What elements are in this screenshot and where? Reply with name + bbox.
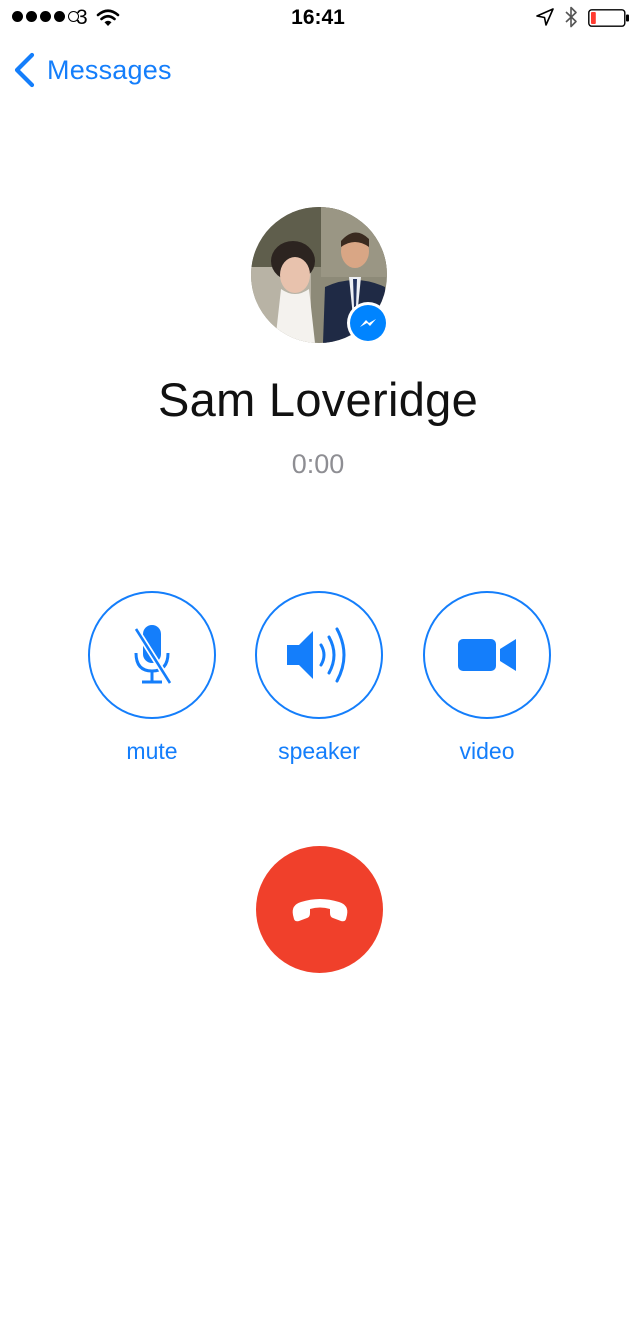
caller-name: Sam Loveridge — [157, 373, 479, 426]
chevron-left-icon — [14, 52, 35, 88]
call-duration: 0:00 — [291, 449, 345, 479]
back-button[interactable]: Messages — [12, 52, 172, 88]
hang-up-icon — [292, 898, 347, 921]
video-button[interactable]: video — [423, 591, 551, 765]
microphone-off-icon — [133, 625, 173, 685]
messenger-icon — [360, 319, 376, 327]
messenger-badge — [347, 302, 389, 344]
back-button-label: Messages — [47, 54, 172, 85]
location-icon — [536, 8, 554, 26]
status-bar: 3 16:41 — [0, 0, 636, 36]
battery-icon — [588, 9, 629, 27]
speaker-icon — [287, 627, 346, 683]
end-call-button[interactable] — [256, 846, 383, 973]
video-label: video — [459, 738, 515, 764]
bluetooth-icon — [565, 6, 577, 28]
speaker-button[interactable]: speaker — [255, 591, 383, 765]
mute-label: mute — [126, 738, 178, 764]
speaker-label: speaker — [278, 738, 360, 764]
mute-button[interactable]: mute — [88, 591, 216, 765]
video-camera-icon — [458, 639, 516, 671]
